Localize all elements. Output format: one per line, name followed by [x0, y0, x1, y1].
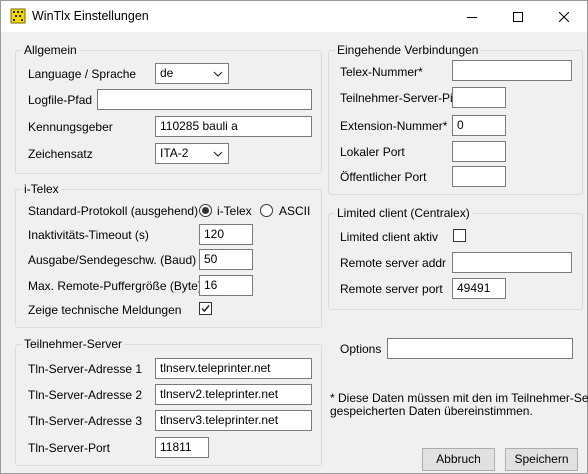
remote-port-input[interactable]: 49491	[452, 278, 506, 299]
window-title: WinTlx Einstellungen	[32, 9, 149, 23]
language-select-value: de	[160, 66, 174, 80]
tln-addr3-input[interactable]: tlnserv3.teleprinter.net	[155, 410, 312, 431]
baud-label: Ausgabe/Sendegeschw. (Baud)	[28, 253, 197, 267]
minimize-icon	[467, 16, 477, 18]
language-label: Language / Sprache	[28, 67, 137, 81]
group-tln-server-legend: Teilnehmer-Server	[22, 337, 125, 351]
remote-port-label: Remote server port	[340, 282, 443, 296]
group-eingehend-legend: Eingehende Verbindungen	[335, 43, 481, 57]
timeout-label: Inaktivitäts-Timeout (s)	[28, 228, 149, 242]
timeout-input[interactable]: 120	[199, 224, 253, 245]
pin-label: Teilnehmer-Server-Pin*	[340, 91, 465, 105]
tln-addr1-input[interactable]: tlnserv.teleprinter.net	[155, 358, 312, 379]
close-icon	[559, 11, 569, 22]
note-line-1: * Diese Daten müssen mit den im Teilnehm…	[330, 391, 588, 405]
extension-input[interactable]: 0	[452, 115, 506, 136]
oeff-port-input[interactable]	[452, 166, 506, 187]
maximize-button[interactable]	[495, 1, 541, 32]
app-icon	[10, 8, 26, 24]
radio-itelex-label[interactable]: i-Telex	[217, 204, 252, 218]
checkmark-icon	[201, 305, 210, 313]
kennung-input[interactable]: 110285 bauli a	[155, 116, 312, 137]
note-line-2: gespeicherten Daten übereinstimmen.	[330, 404, 533, 418]
language-select[interactable]: de	[155, 63, 229, 84]
remote-addr-input[interactable]	[452, 252, 572, 273]
minimize-button[interactable]	[449, 1, 495, 32]
logfile-input[interactable]	[97, 89, 312, 110]
telex-nr-input[interactable]	[452, 60, 572, 81]
limited-aktiv-checkbox[interactable]	[453, 229, 466, 242]
settings-window: WinTlx Einstellungen Allgemein Language …	[0, 0, 588, 474]
extension-label: Extension-Nummer*	[340, 119, 448, 133]
protokoll-label: Standard-Protokoll (ausgehend)	[28, 204, 199, 218]
oeff-port-label: Öffentlicher Port	[340, 170, 427, 184]
limited-aktiv-label: Limited client aktiv	[340, 230, 439, 244]
tln-addr1-label: Tln-Server-Adresse 1	[28, 362, 143, 376]
radio-selected-dot	[202, 207, 209, 214]
save-button[interactable]: Speichern	[505, 448, 578, 471]
zeichensatz-label: Zeichensatz	[28, 147, 93, 161]
chevron-down-icon	[213, 71, 223, 77]
group-itelex-legend: i-Telex	[22, 182, 61, 196]
options-input[interactable]	[387, 338, 573, 359]
radio-ascii-label[interactable]: ASCII	[279, 204, 310, 218]
baud-input[interactable]: 50	[199, 249, 253, 270]
close-button[interactable]	[541, 1, 587, 32]
title-bar: WinTlx Einstellungen	[1, 1, 587, 32]
group-limited-client-legend: Limited client (Centralex)	[335, 206, 472, 220]
radio-ascii[interactable]	[260, 204, 273, 217]
tln-addr2-label: Tln-Server-Adresse 2	[28, 388, 143, 402]
cancel-button[interactable]: Abbruch	[422, 448, 495, 471]
maximize-icon	[513, 11, 523, 22]
options-label: Options	[340, 342, 382, 356]
techmeld-checkbox[interactable]	[199, 302, 212, 315]
chevron-down-icon	[213, 151, 223, 157]
pin-input[interactable]	[452, 87, 506, 108]
remote-addr-label: Remote server addr	[340, 256, 447, 270]
zeichensatz-select[interactable]: ITA-2	[155, 143, 229, 164]
tln-port-input[interactable]: 11811	[155, 437, 209, 458]
tln-addr2-input[interactable]: tlnserv2.teleprinter.net	[155, 384, 312, 405]
tln-addr3-label: Tln-Server-Adresse 3	[28, 414, 143, 428]
lokal-port-input[interactable]	[452, 141, 506, 162]
kennung-label: Kennungsgeber	[28, 120, 113, 134]
puffer-label: Max. Remote-Puffergröße (Byte)	[28, 279, 202, 293]
puffer-input[interactable]: 16	[199, 275, 253, 296]
group-allgemein-legend: Allgemein	[22, 43, 79, 57]
zeichensatz-select-value: ITA-2	[160, 146, 189, 160]
radio-itelex[interactable]	[199, 204, 212, 217]
telex-nr-label: Telex-Nummer*	[340, 65, 423, 79]
logfile-label: Logfile-Pfad	[28, 93, 93, 107]
lokal-port-label: Lokaler Port	[340, 145, 405, 159]
techmeld-label: Zeige technische Meldungen	[28, 303, 182, 317]
tln-port-label: Tln-Server-Port	[28, 441, 111, 455]
